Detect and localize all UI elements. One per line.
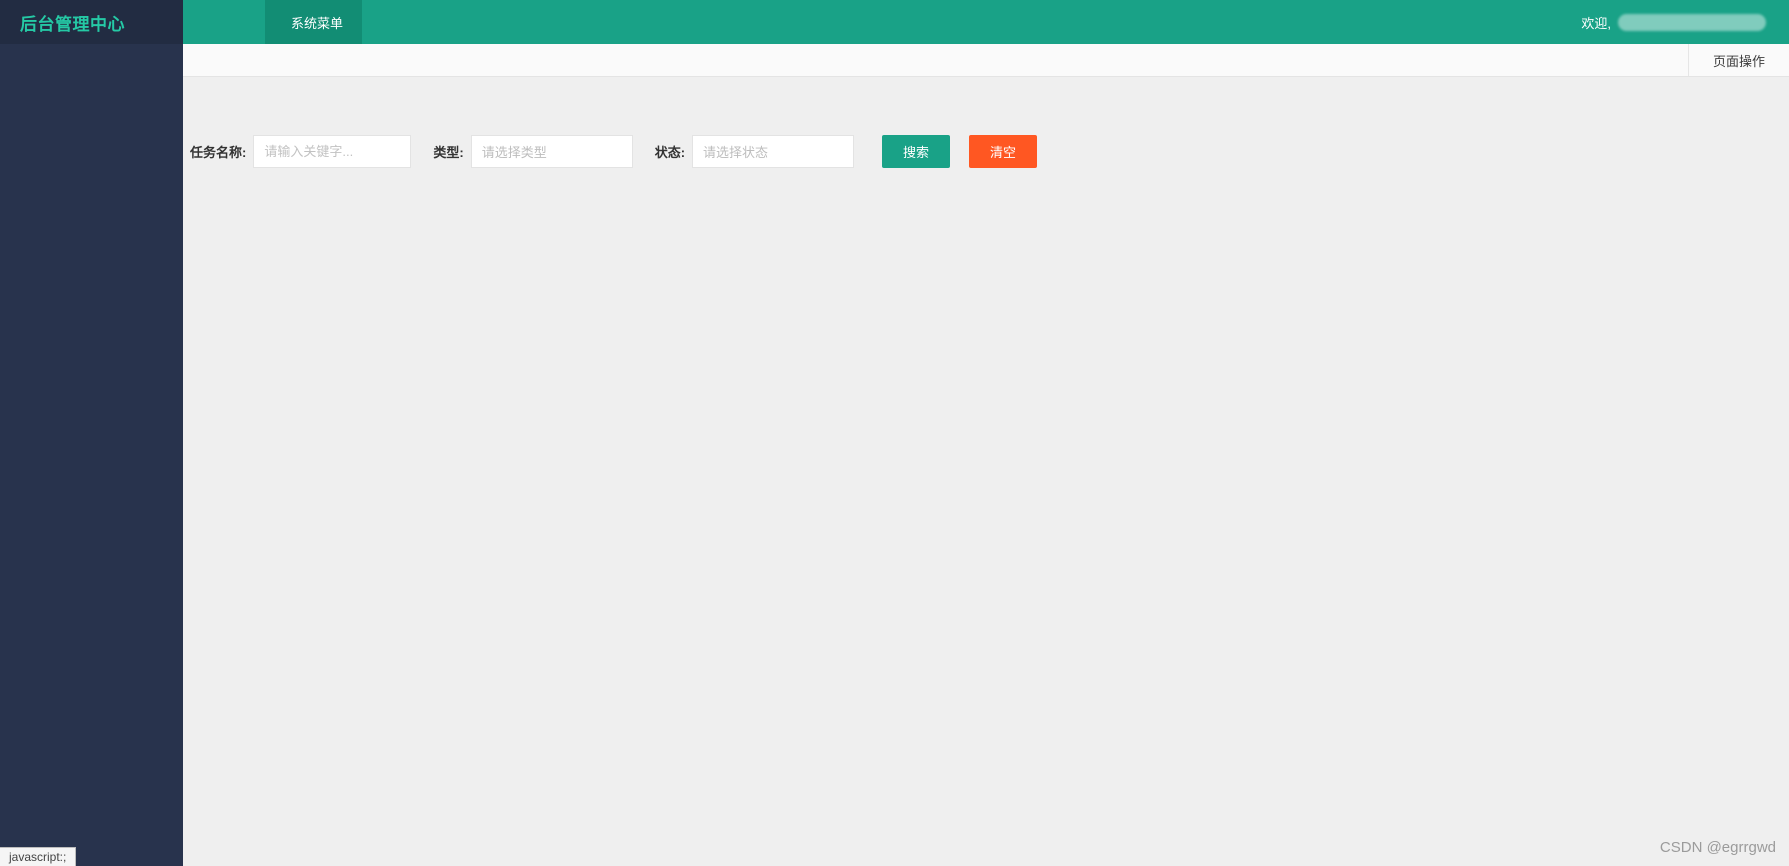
status-bar: javascript:; <box>0 847 77 866</box>
status-select-value: 请选择状态 <box>703 145 769 160</box>
content-tabs <box>190 89 1773 122</box>
content: 页面操作 任务名称: 类型: 请选择类型 状态: 请选择状态 <box>183 44 1789 866</box>
system-menu-tab[interactable]: 系统菜单 <box>265 0 363 44</box>
clear-button[interactable]: 清空 <box>969 135 1038 168</box>
watermark: CSDN @egrrgwd <box>1659 839 1776 856</box>
app: 后台管理中心 系统菜单 欢迎, 页面操作 任务名称: 请输入关键字... 类型:… <box>0 0 1789 866</box>
workspace: 任务名称: 类型: 请选择类型 状态: 请选择状态 搜索 清空 <box>183 77 1789 866</box>
page-operations-label: 页面操作 <box>1712 53 1765 69</box>
welcome-text: 欢迎, <box>1581 15 1611 31</box>
page-operations-button[interactable]: 页面操作 <box>1687 44 1789 76</box>
status-select[interactable]: 请选择状态 <box>692 135 855 168</box>
tab-bar: 页面操作 <box>183 44 1789 77</box>
app-title: 后台管理中心 <box>20 14 125 34</box>
type-select[interactable]: 请选择类型 <box>470 135 633 168</box>
user-menu[interactable]: 欢迎, <box>1574 13 1773 32</box>
type-select-value: 请选择类型 <box>481 145 547 160</box>
search-button[interactable]: 搜索 <box>882 135 951 168</box>
filter-bar: 任务名称: 类型: 请选择类型 状态: 请选择状态 搜索 清空 <box>190 135 1773 168</box>
sidebar <box>0 44 183 866</box>
main: 页面操作 任务名称: 类型: 请选择类型 状态: 请选择状态 <box>0 44 1789 866</box>
system-menu-label: 系统菜单 <box>291 15 344 31</box>
sidebar-toggle-button[interactable] <box>183 0 265 44</box>
status-label: 状态: <box>654 145 686 160</box>
task-name-label: 任务名称: <box>190 145 247 160</box>
topbar: 后台管理中心 系统菜单 欢迎, <box>0 0 1789 44</box>
task-name-input[interactable] <box>253 135 412 168</box>
type-label: 类型: <box>433 145 464 160</box>
topbar-actions: 欢迎, <box>1474 0 1789 44</box>
username-redacted <box>1618 13 1766 31</box>
brand: 后台管理中心 <box>0 0 183 44</box>
